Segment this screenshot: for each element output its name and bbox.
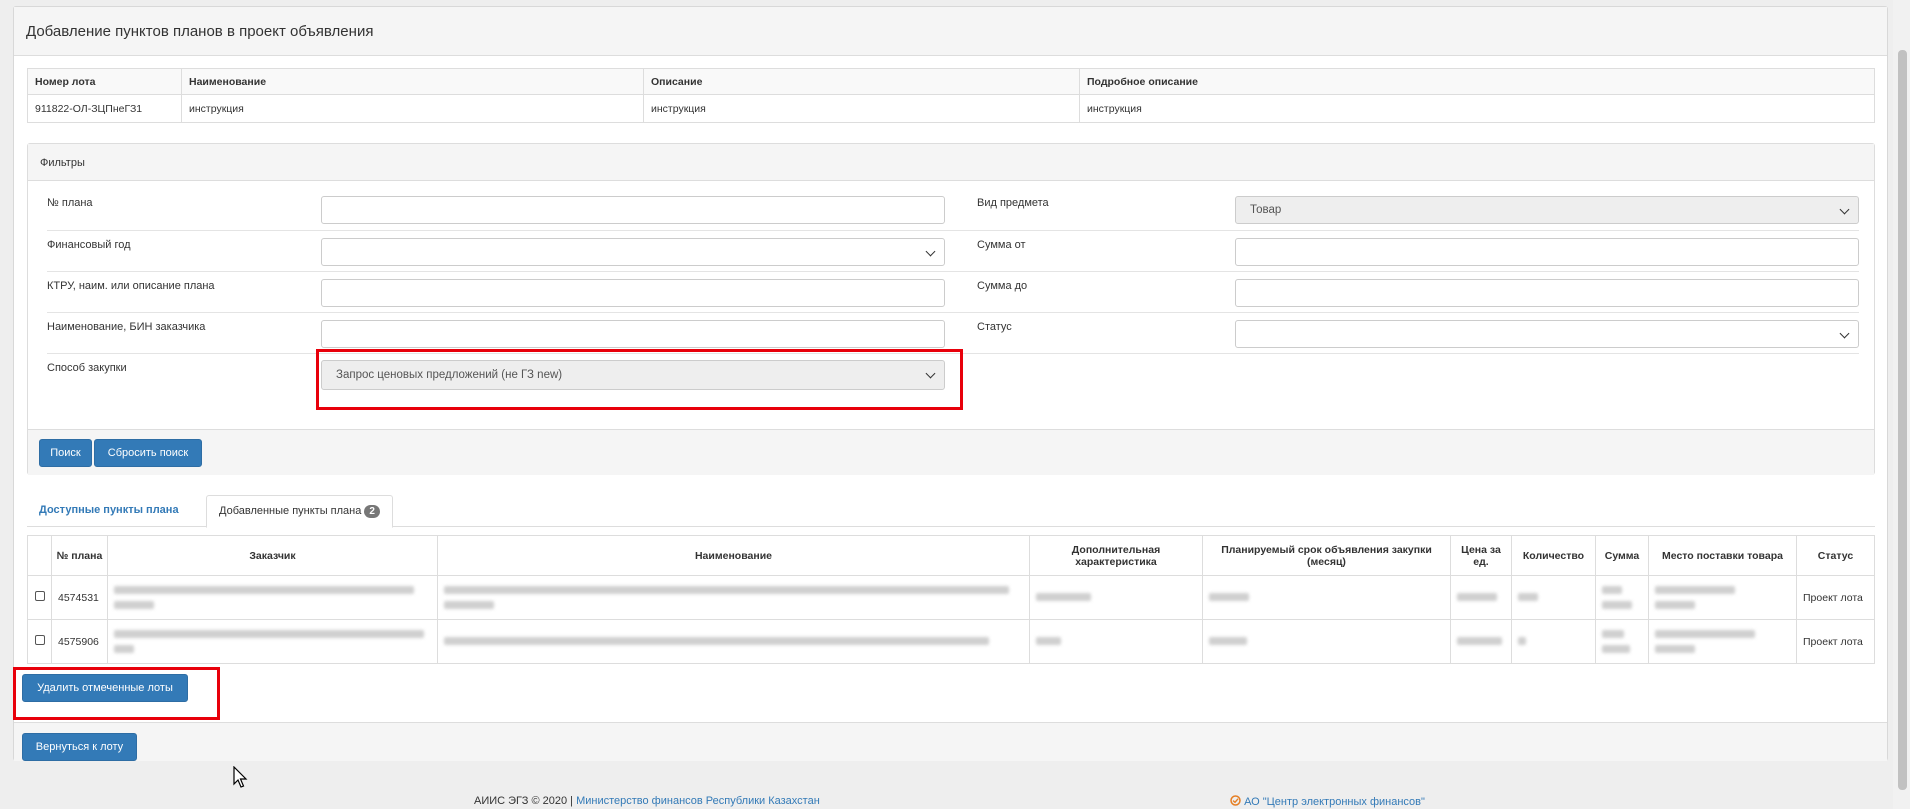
name-cell-redacted <box>444 586 1023 609</box>
plan-tabs: Доступные пункты плана Добавленные пункт… <box>27 495 1875 528</box>
lot-name: инструкция <box>181 94 644 123</box>
price-cell-redacted <box>1457 636 1502 645</box>
subject-type-label: Вид предмета <box>977 197 1049 209</box>
select-column-header <box>27 535 52 576</box>
fin-year-select[interactable] <box>321 238 945 266</box>
panel-title: Добавление пунктов планов в проект объяв… <box>14 7 1887 56</box>
term-cell-redacted <box>1209 592 1249 601</box>
plan-no-header: № плана <box>51 535 108 576</box>
table-row: 4575906 Проект лота <box>27 619 1875 664</box>
lot-description-header: Описание <box>643 68 1080 95</box>
customer-cell-redacted <box>114 586 431 609</box>
added-items-table: № плана Заказчик Наименование Дополнител… <box>27 535 1875 664</box>
filters-panel: Фильтры № плана Вид предмета Товар Финан… <box>27 143 1875 475</box>
reset-search-button[interactable]: Сбросить поиск <box>94 439 202 467</box>
ministry-link[interactable]: Министерство финансов Республики Казахст… <box>576 795 820 807</box>
term-header: Планируемый срок объявления закупки (мес… <box>1202 535 1451 576</box>
plan-number-cell: 4575906 <box>51 619 108 664</box>
lot-number: 911822-ОЛ-ЗЦПнеГЗ1 <box>27 94 182 123</box>
filter-row-4: Наименование, БИН заказчика Статус <box>47 312 1859 353</box>
table-header-row: № плана Заказчик Наименование Дополнител… <box>27 535 1875 576</box>
panel-footer: Вернуться к лоту <box>14 722 1887 761</box>
delete-button-highlight <box>13 667 220 720</box>
subject-type-value: Товар <box>1250 204 1282 216</box>
site-footer-center: АО "Центр электронных финансов" <box>1230 795 1425 808</box>
sum-header: Сумма <box>1595 535 1649 576</box>
ktru-input[interactable] <box>321 279 945 307</box>
customer-input[interactable] <box>321 320 945 348</box>
filter-row-3: КТРУ, наим. или описание плана Сумма до <box>47 271 1859 312</box>
tab-available-items[interactable]: Доступные пункты плана <box>27 495 191 527</box>
sum-from-label: Сумма от <box>977 239 1026 251</box>
copyright-text: АИИС ЭГЗ © 2020 | <box>474 795 577 807</box>
extra-cell-redacted <box>1036 636 1061 645</box>
table-row: 4574531 Проект лота <box>27 575 1875 620</box>
name-cell-redacted <box>444 636 989 645</box>
place-header: Место поставки товара <box>1648 535 1797 576</box>
row-checkbox[interactable] <box>34 635 45 645</box>
tab-added-items[interactable]: Добавленные пункты плана 2 <box>206 495 393 528</box>
filters-title: Фильтры <box>28 144 1874 181</box>
place-cell-redacted <box>1655 586 1790 609</box>
sum-to-input[interactable] <box>1235 279 1859 307</box>
ktru-label: КТРУ, наим. или описание плана <box>47 280 215 292</box>
check-circle-icon <box>1230 795 1241 806</box>
sum-to-label: Сумма до <box>977 280 1028 292</box>
site-footer-copyright: АИИС ЭГЗ © 2020 | Министерство финансов … <box>474 795 820 807</box>
plan-number-cell: 4574531 <box>51 575 108 620</box>
lot-info-table: Номер лота Наименование Описание Подробн… <box>27 68 1875 123</box>
status-cell: Проект лота <box>1796 619 1875 664</box>
sum-cell-redacted <box>1602 586 1642 609</box>
customer-cell-redacted <box>114 630 431 653</box>
subject-type-select[interactable]: Товар <box>1235 196 1859 224</box>
qty-cell-redacted <box>1518 636 1526 645</box>
name-header: Наименование <box>437 535 1030 576</box>
back-to-lot-button[interactable]: Вернуться к лоту <box>22 733 137 761</box>
plan-number-label: № плана <box>47 197 93 209</box>
added-count-badge: 2 <box>364 505 380 518</box>
fin-year-label: Финансовый год <box>47 239 131 251</box>
qty-header: Количество <box>1511 535 1596 576</box>
status-label: Статус <box>977 321 1012 333</box>
lot-detail: инструкция <box>1079 94 1875 123</box>
extra-header: Дополнительная характеристика <box>1029 535 1203 576</box>
lot-description: инструкция <box>643 94 1080 123</box>
lot-number-header: Номер лота <box>27 68 182 95</box>
status-header: Статус <box>1796 535 1875 576</box>
search-button[interactable]: Поиск <box>39 439 92 467</box>
scrollbar-thumb[interactable] <box>1898 50 1907 790</box>
filters-footer: Поиск Сбросить поиск <box>28 429 1874 475</box>
purchase-method-highlight <box>316 349 963 410</box>
purchase-method-label: Способ закупки <box>47 362 127 374</box>
customer-header: Заказчик <box>107 535 438 576</box>
row-checkbox[interactable] <box>34 591 45 601</box>
extra-cell-redacted <box>1036 592 1091 601</box>
sum-cell-redacted <box>1602 630 1642 653</box>
price-cell-redacted <box>1457 592 1497 601</box>
lot-detail-header: Подробное описание <box>1079 68 1875 95</box>
tab-added-label: Добавленные пункты плана <box>219 505 362 517</box>
filter-row-1: № плана Вид предмета Товар <box>47 189 1859 230</box>
qty-cell-redacted <box>1518 592 1538 601</box>
price-header: Цена за ед. <box>1450 535 1512 576</box>
center-link[interactable]: АО "Центр электронных финансов" <box>1244 796 1425 808</box>
page-scrollbar[interactable] <box>1893 0 1910 809</box>
status-select[interactable] <box>1235 320 1859 348</box>
customer-label: Наименование, БИН заказчика <box>47 321 206 333</box>
lot-name-header: Наименование <box>181 68 644 95</box>
status-cell: Проект лота <box>1796 575 1875 620</box>
plan-number-input[interactable] <box>321 196 945 224</box>
place-cell-redacted <box>1655 630 1790 653</box>
mouse-cursor-icon <box>233 766 248 788</box>
filter-row-2: Финансовый год Сумма от <box>47 230 1859 271</box>
term-cell-redacted <box>1209 636 1247 645</box>
sum-from-input[interactable] <box>1235 238 1859 266</box>
